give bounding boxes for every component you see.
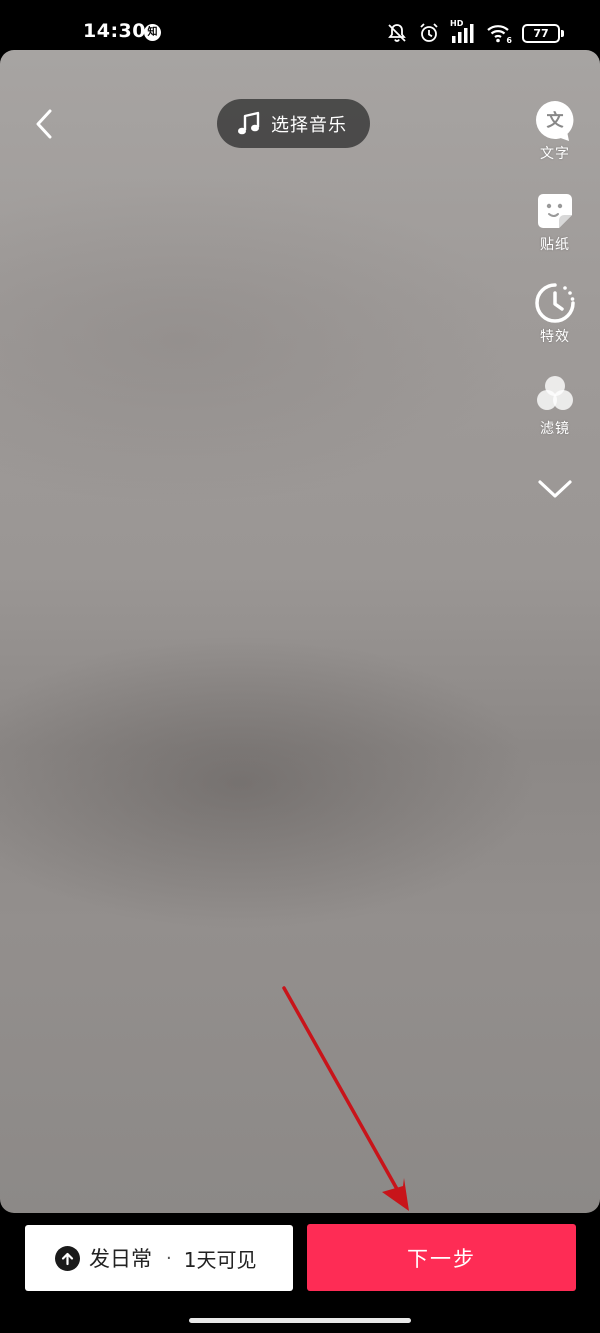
battery-icon: 77: [522, 23, 564, 43]
filter-tool[interactable]: 滤镜: [510, 373, 600, 438]
effects-timer-icon: [533, 281, 577, 325]
sticker-tool-label: 贴纸: [540, 237, 570, 253]
alarm-icon: [420, 23, 438, 42]
upload-arrow-icon: [55, 1245, 80, 1271]
post-daily-separator: ·: [166, 1247, 172, 1269]
filter-icon: [533, 373, 577, 417]
status-time: 14:30: [83, 20, 146, 42]
status-icons: HD 6 77: [386, 19, 564, 45]
effects-tool[interactable]: 特效: [510, 281, 600, 346]
wifi-label: 6: [506, 36, 512, 45]
chevron-down-icon: [533, 466, 577, 510]
screen: 14:30 知 HD 6 77 选择音乐 文 文字 贴纸 特效 滤镜 发日常 ·…: [0, 0, 600, 1333]
filter-tool-label: 滤镜: [540, 421, 570, 437]
text-icon-glyph: 文: [547, 110, 565, 131]
bell-muted-icon: [388, 24, 406, 42]
post-daily-button[interactable]: 发日常 · 1天可见: [25, 1225, 293, 1291]
status-bar: 14:30 知 HD 6 77: [0, 0, 600, 50]
next-step-label: 下一步: [407, 1246, 476, 1271]
select-music-button[interactable]: 选择音乐: [217, 99, 370, 148]
home-indicator[interactable]: [189, 1318, 411, 1323]
music-note-icon: [238, 111, 260, 134]
text-tool-label: 文字: [540, 146, 570, 162]
battery-level: 77: [533, 26, 549, 40]
zhihu-notification-icon: 知: [144, 24, 161, 41]
post-daily-label: 发日常: [89, 1247, 152, 1271]
wifi-icon: 6: [486, 22, 512, 45]
select-music-label: 选择音乐: [271, 114, 347, 136]
camera-preview: 选择音乐 文 文字 贴纸 特效 滤镜: [0, 50, 600, 1213]
post-daily-visibility: 1天可见: [183, 1247, 257, 1272]
chevron-left-icon: [36, 109, 52, 139]
sticker-icon: [533, 189, 577, 233]
more-tools-button[interactable]: [510, 466, 600, 510]
text-icon: 文: [533, 98, 577, 142]
text-tool[interactable]: 文 文字: [510, 98, 600, 163]
sticker-tool[interactable]: 贴纸: [510, 189, 600, 254]
effects-tool-label: 特效: [540, 329, 570, 345]
cellular-signal-icon: HD: [450, 19, 476, 44]
next-step-button[interactable]: 下一步: [307, 1224, 576, 1291]
back-button[interactable]: [22, 102, 66, 146]
